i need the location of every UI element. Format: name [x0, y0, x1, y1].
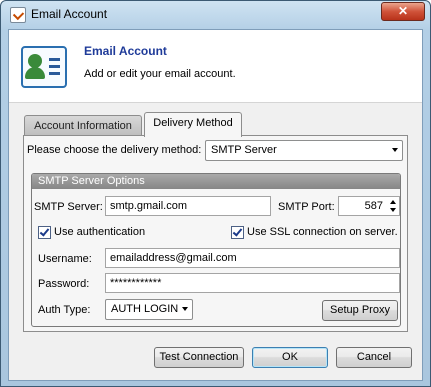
- chevron-down-icon: [392, 148, 398, 152]
- delivery-method-panel: Please choose the delivery method: SMTP …: [23, 135, 408, 332]
- delivery-method-value: SMTP Server: [211, 144, 277, 156]
- smtp-options-header: SMTP Server Options: [32, 174, 400, 189]
- smtp-server-value: smtp.gmail.com: [110, 200, 188, 212]
- password-label: Password:: [38, 278, 90, 290]
- smtp-port-value: 587: [364, 200, 383, 212]
- header-subtitle: Add or edit your email account.: [84, 68, 236, 80]
- spin-arrows-icon[interactable]: [389, 198, 398, 214]
- dialog-header: Email Account Add or edit your email acc…: [9, 30, 422, 103]
- smtp-port-label: SMTP Port:: [278, 201, 335, 213]
- tab-delivery-method[interactable]: Delivery Method: [144, 112, 242, 137]
- smtp-server-label: SMTP Server:: [34, 201, 103, 213]
- title-bar[interactable]: Email Account ✕: [1, 1, 430, 29]
- delivery-method-label: Please choose the delivery method:: [27, 144, 202, 156]
- delivery-method-select[interactable]: SMTP Server: [205, 140, 403, 161]
- username-label: Username:: [38, 253, 92, 265]
- chevron-down-icon: [182, 307, 188, 311]
- window-title: Email Account: [31, 7, 108, 21]
- password-value: ************: [110, 277, 162, 289]
- close-button[interactable]: ✕: [381, 2, 425, 21]
- username-input[interactable]: emailaddress@gmail.com: [105, 248, 400, 268]
- email-account-dialog: Email Account ✕ Email Account Add or edi…: [0, 0, 431, 387]
- use-authentication-label: Use authentication: [54, 226, 146, 238]
- app-icon: [10, 7, 26, 23]
- use-ssl-checkbox[interactable]: [231, 226, 244, 239]
- password-input[interactable]: ************: [105, 273, 400, 293]
- auth-type-label: Auth Type:: [38, 304, 91, 316]
- auth-type-value: AUTH LOGIN: [111, 303, 179, 315]
- header-title: Email Account: [84, 44, 167, 58]
- setup-proxy-button[interactable]: Setup Proxy: [322, 300, 398, 321]
- use-authentication-checkbox[interactable]: [38, 226, 51, 239]
- tab-account-information[interactable]: Account Information: [24, 115, 142, 136]
- smtp-options-group: SMTP Server Options SMTP Server: smtp.gm…: [31, 173, 401, 327]
- contact-card-icon: [21, 46, 67, 88]
- cancel-button[interactable]: Cancel: [336, 347, 412, 368]
- ok-button[interactable]: OK: [252, 347, 328, 368]
- auth-type-select[interactable]: AUTH LOGIN: [105, 299, 193, 320]
- smtp-port-stepper[interactable]: 587: [338, 196, 400, 216]
- dialog-client-area: Email Account Add or edit your email acc…: [8, 29, 423, 381]
- use-ssl-label: Use SSL connection on server.: [247, 226, 398, 238]
- test-connection-button[interactable]: Test Connection: [154, 347, 244, 368]
- smtp-options-title: SMTP Server Options: [38, 175, 145, 187]
- smtp-server-input[interactable]: smtp.gmail.com: [105, 196, 271, 216]
- username-value: emailaddress@gmail.com: [110, 252, 237, 264]
